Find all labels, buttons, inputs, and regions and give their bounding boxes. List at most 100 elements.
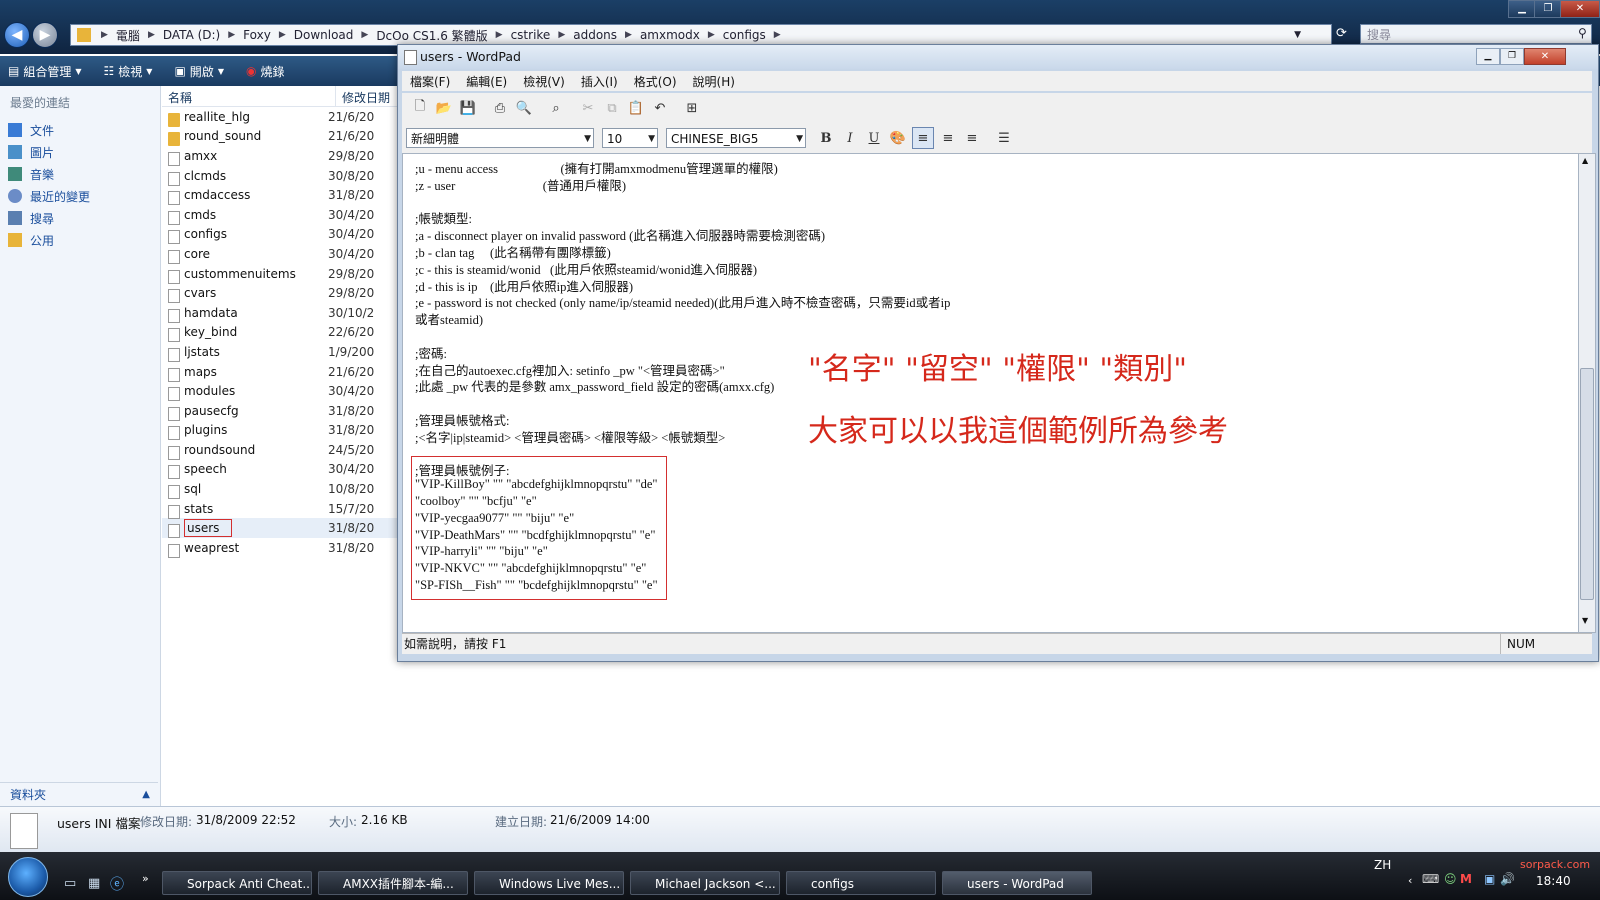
file-row[interactable]: reallite_hlg 21/6/20: [162, 107, 400, 127]
file-row[interactable]: ljstats 1/9/200: [162, 342, 400, 362]
open-icon[interactable]: 📂: [434, 98, 454, 118]
menu-view[interactable]: 檢視(V): [523, 73, 565, 90]
file-row[interactable]: maps 21/6/20: [162, 362, 400, 382]
file-row[interactable]: core 30/4/20: [162, 244, 400, 264]
copy-icon[interactable]: ⧉: [602, 98, 622, 118]
file-row[interactable]: cvars 29/8/20: [162, 283, 400, 304]
breadcrumb-item[interactable]: cstrike: [511, 28, 551, 42]
file-row[interactable]: modules 30/4/20: [162, 381, 400, 402]
file-row[interactable]: clcmds 30/8/20: [162, 166, 400, 186]
file-row[interactable]: roundsound 24/5/20: [162, 440, 400, 460]
organize-button[interactable]: ▤ 組合管理 ▼: [8, 63, 82, 80]
bullets-icon[interactable]: ☰: [994, 128, 1014, 148]
start-button[interactable]: [8, 857, 48, 897]
find-icon[interactable]: ⌕: [546, 98, 566, 118]
volume-icon[interactable]: 🔊: [1500, 872, 1515, 886]
breadcrumb-item[interactable]: addons: [573, 28, 617, 42]
network-icon[interactable]: ▣: [1484, 872, 1495, 886]
forward-button[interactable]: ▶: [32, 22, 58, 48]
wordpad-maximize-button[interactable]: ❐: [1500, 48, 1524, 65]
task-configs[interactable]: configs: [786, 871, 936, 895]
switch-windows-icon[interactable]: ▦: [88, 876, 100, 891]
refresh-icon[interactable]: ⟳: [1336, 26, 1347, 41]
keyboard-icon[interactable]: ⌨: [1422, 872, 1439, 886]
undo-icon[interactable]: ↶: [650, 98, 670, 118]
file-row[interactable]: round_sound 21/6/20: [162, 127, 400, 147]
insert-object-icon[interactable]: ⊞: [682, 98, 702, 118]
breadcrumb-item[interactable]: Foxy: [243, 28, 271, 42]
task-messenger[interactable]: Windows Live Mes...: [474, 871, 624, 895]
task-michael-jackson[interactable]: Michael Jackson <...: [630, 871, 780, 895]
cut-icon[interactable]: ✂: [578, 98, 598, 118]
breadcrumb-item[interactable]: configs: [723, 28, 766, 42]
scrollbar-thumb[interactable]: [1580, 368, 1594, 600]
underline-button[interactable]: U: [864, 128, 884, 148]
search-icon[interactable]: ⚲: [1578, 26, 1587, 40]
file-row[interactable]: cmds 30/4/20: [162, 205, 400, 225]
back-button[interactable]: ◀: [4, 22, 30, 48]
file-row[interactable]: cmdaccess 31/8/20: [162, 185, 400, 206]
file-row[interactable]: users 31/8/20: [162, 518, 400, 539]
task-amxx[interactable]: AMXX插件腳本-編...: [318, 871, 468, 895]
fav-link-music[interactable]: 音樂: [0, 163, 160, 185]
fav-link-pictures[interactable]: 圖片: [0, 141, 160, 163]
column-name[interactable]: 名稱: [162, 86, 336, 106]
file-row[interactable]: sql 10/8/20: [162, 479, 400, 500]
internet-explorer-icon[interactable]: ⓔ: [110, 874, 124, 894]
file-row[interactable]: hamdata 30/10/2: [162, 303, 400, 323]
show-desktop-icon[interactable]: ▭: [64, 876, 76, 891]
save-icon[interactable]: 💾: [458, 98, 478, 118]
scroll-up-icon[interactable]: ▲: [1582, 156, 1588, 165]
file-row[interactable]: plugins 31/8/20: [162, 421, 400, 441]
file-row[interactable]: custommenuitems 29/8/20: [162, 264, 400, 284]
align-left-icon[interactable]: ≡: [912, 127, 934, 149]
chevron-down-icon[interactable]: ▼: [1294, 30, 1301, 40]
menu-insert[interactable]: 插入(I): [581, 73, 618, 90]
align-right-icon[interactable]: ≡: [962, 128, 982, 148]
messenger-tray-icon[interactable]: ☺: [1444, 872, 1457, 886]
print-icon[interactable]: ⎙: [490, 98, 510, 118]
breadcrumb-item[interactable]: DcOo CS1.6 繁體版: [376, 27, 487, 44]
quicklaunch-overflow-icon[interactable]: »: [142, 872, 149, 885]
file-row[interactable]: speech 30/4/20: [162, 460, 400, 480]
font-size-select[interactable]: 10 ▼: [602, 128, 658, 148]
menu-file[interactable]: 檔案(F): [410, 73, 450, 90]
burn-button[interactable]: ◉ 燒錄: [246, 63, 285, 80]
task-wordpad[interactable]: users - WordPad: [942, 871, 1092, 895]
clock[interactable]: 18:40: [1536, 874, 1571, 888]
views-button[interactable]: ☷ 檢視 ▼: [104, 63, 153, 80]
fav-link-public[interactable]: 公用: [0, 229, 160, 251]
print-preview-icon[interactable]: 🔍: [514, 98, 534, 118]
breadcrumb-item[interactable]: Download: [294, 28, 354, 42]
antivirus-tray-icon[interactable]: M: [1460, 872, 1472, 886]
breadcrumb-item[interactable]: 電腦: [116, 27, 140, 44]
open-button[interactable]: ▣ 開啟 ▼: [174, 63, 224, 80]
breadcrumb-item[interactable]: amxmodx: [640, 28, 700, 42]
tray-expand-icon[interactable]: ‹: [1408, 874, 1412, 887]
bold-button[interactable]: B: [816, 128, 836, 148]
column-modified[interactable]: 修改日期: [336, 86, 396, 106]
vertical-scrollbar[interactable]: ▲ ▼: [1578, 153, 1596, 633]
address-field[interactable]: ▶ 電腦 ▶ DATA (D:) ▶ Foxy ▶ Download ▶ DcOo CS…: [70, 24, 1332, 46]
fav-link-recent[interactable]: 最近的變更: [0, 185, 160, 207]
fav-link-documents[interactable]: 文件: [0, 119, 160, 141]
maximize-button[interactable]: ❐: [1534, 0, 1562, 18]
wordpad-minimize-button[interactable]: ▁: [1476, 48, 1500, 65]
align-center-icon[interactable]: ≡: [938, 128, 958, 148]
script-select[interactable]: CHINESE_BIG5 ▼: [666, 128, 806, 148]
language-indicator[interactable]: ZH: [1374, 858, 1391, 872]
fav-link-search[interactable]: 搜尋: [0, 207, 160, 229]
task-sorpack[interactable]: Sorpack Anti Cheat...: [162, 871, 312, 895]
close-button[interactable]: ✕: [1560, 0, 1600, 18]
folders-toggle[interactable]: 資料夾 ▲: [0, 782, 158, 805]
new-icon[interactable]: 🗋: [410, 98, 430, 118]
menu-edit[interactable]: 編輯(E): [466, 73, 507, 90]
color-icon[interactable]: 🎨: [888, 128, 908, 148]
paste-icon[interactable]: 📋: [626, 98, 646, 118]
file-row[interactable]: amxx 29/8/20: [162, 146, 400, 166]
font-select[interactable]: 新細明體 ▼: [406, 128, 594, 148]
file-row[interactable]: pausecfg 31/8/20: [162, 401, 400, 421]
search-input[interactable]: 搜尋: [1360, 24, 1592, 44]
scroll-down-icon[interactable]: ▼: [1582, 616, 1588, 625]
minimize-button[interactable]: ▁: [1508, 0, 1536, 18]
